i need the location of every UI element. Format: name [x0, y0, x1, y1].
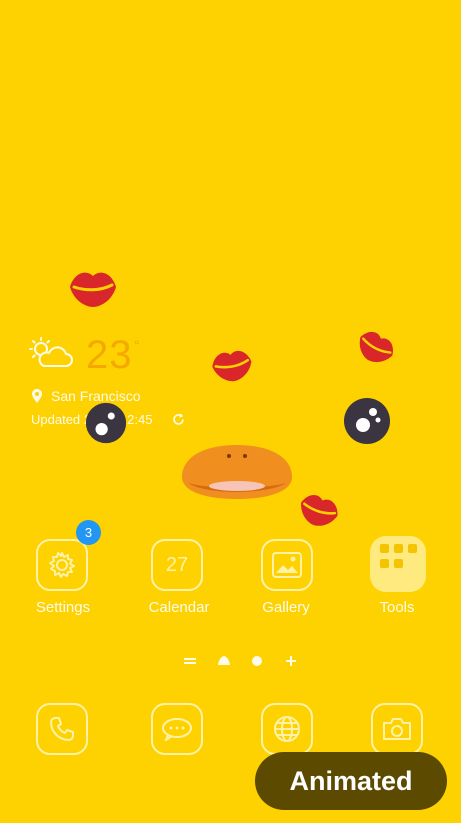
internet-icon: [274, 716, 300, 742]
calendar-app-button[interactable]: 27: [151, 539, 203, 591]
location-pin-icon: [32, 389, 42, 403]
lips-decoration: [356, 328, 396, 366]
lips-decoration: [210, 347, 254, 383]
phone-app-button[interactable]: [36, 703, 88, 755]
gallery-icon: [272, 552, 302, 578]
page-indicator-menu[interactable]: [183, 654, 197, 673]
calendar-label: Calendar: [148, 599, 210, 616]
duck-beak-decoration: [176, 443, 298, 501]
settings-icon: [49, 552, 75, 578]
camera-icon: [383, 718, 411, 740]
tools-folder-button[interactable]: [370, 536, 426, 592]
add-page-icon[interactable]: [284, 654, 298, 673]
temperature[interactable]: 23: [86, 333, 133, 377]
messages-app-button[interactable]: [151, 703, 203, 755]
phone-icon: [50, 717, 74, 741]
temperature-unit: °: [134, 337, 140, 353]
internet-app-button[interactable]: [261, 703, 313, 755]
eye-decoration: [85, 402, 127, 444]
cloud-sun-icon[interactable]: [28, 336, 74, 370]
camera-app-button[interactable]: [371, 703, 423, 755]
notification-badge: 3: [76, 520, 101, 545]
page-indicator-home[interactable]: [217, 654, 231, 673]
refresh-icon[interactable]: [172, 413, 185, 426]
lips-decoration: [298, 491, 340, 529]
settings-app-button[interactable]: [36, 539, 88, 591]
gallery-label: Gallery: [262, 599, 310, 616]
eye-decoration: [343, 397, 391, 445]
settings-label: Settings: [35, 599, 91, 616]
animated-label-button[interactable]: Animated: [255, 752, 447, 810]
gallery-app-button[interactable]: [261, 539, 313, 591]
lips-decoration: [68, 267, 118, 309]
calendar-icon: 27: [165, 553, 189, 576]
tools-label: Tools: [379, 599, 415, 616]
messages-icon: [162, 718, 192, 741]
folder-icon: [380, 544, 417, 568]
page-indicator-dot[interactable]: [250, 654, 264, 673]
